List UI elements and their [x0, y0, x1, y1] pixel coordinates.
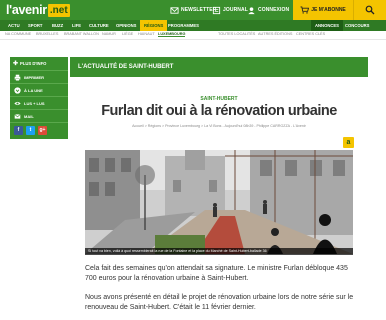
subnav-item[interactable]: BRABANT WALLON — [64, 32, 99, 36]
subnav-item[interactable]: HAINAUT — [138, 32, 155, 36]
nav-item-regions[interactable]: RÉGIONS — [140, 20, 168, 31]
nav-item-actu[interactable]: ACTU — [8, 20, 20, 31]
printer-icon — [14, 74, 21, 81]
journal-link[interactable]: JOURNAL — [212, 0, 248, 20]
section-title: L'ACTUALITÉ DE SAINT-HUBERT — [78, 64, 174, 70]
subnav-item-luxembourg[interactable]: LUXEMBOURG — [158, 32, 186, 37]
nav-item-life[interactable]: LIFE — [72, 20, 81, 31]
journal-label: JOURNAL — [223, 7, 248, 13]
print-label: IMPRIMER — [24, 74, 44, 80]
article-kicker[interactable]: SAINT-HUBERT — [70, 96, 368, 102]
front-page-button[interactable]: À LA UNE — [10, 84, 68, 97]
section-title-bar: L'ACTUALITÉ DE SAINT-HUBERT — [70, 57, 368, 77]
plus-icon: ✚ — [13, 61, 19, 67]
mail-button[interactable]: MAIL — [10, 110, 68, 123]
subnav-item[interactable]: NAMUR — [102, 32, 116, 36]
article-paragraph: Cela fait des semaines qu'on attendait s… — [85, 265, 348, 282]
connexion-link[interactable]: CONNEXION — [247, 0, 289, 20]
most-read-label: LUS + LUS — [24, 100, 45, 106]
nav-item-annonces[interactable]: ANNONCES — [311, 20, 343, 31]
subnav-item[interactable]: TOUTES LOCALITÉS — [218, 32, 255, 36]
newsletter-link[interactable]: NEWSLETTER — [170, 0, 216, 20]
subnav-item[interactable]: NA COMMUNE — [5, 32, 31, 36]
avenir-badge: a — [343, 137, 354, 148]
front-page-label: À LA UNE — [24, 87, 43, 93]
street-rendering — [85, 150, 353, 254]
breadcrumb: Accueil > Régions > Province Luxembourg … — [132, 124, 306, 128]
photo-caption: Si tout va bien, voilà à quoi ressembler… — [85, 248, 353, 255]
sub-nav: NA COMMUNE BRUXELLES BRABANT WALLON NAMU… — [0, 31, 386, 40]
nav-item-opinions[interactable]: OPINIONS — [116, 20, 136, 31]
print-button[interactable]: IMPRIMER — [10, 71, 68, 84]
sidebar-head-label: PLUS D'INFO — [20, 61, 47, 66]
social-share: f t g+ — [10, 123, 68, 137]
logo-suffix: .net — [47, 3, 70, 17]
facebook-icon[interactable]: f — [14, 125, 23, 135]
article-paragraph: Nous avons présenté en détail le projet … — [85, 294, 354, 311]
nav-item-buzz[interactable]: BUZZ — [52, 20, 63, 31]
nav-item-culture[interactable]: CULTURE — [89, 20, 109, 31]
search-button[interactable] — [353, 0, 386, 20]
search-icon — [365, 5, 375, 15]
cart-icon — [300, 6, 310, 14]
share-sidebar: ✚ PLUS D'INFO IMPRIMER À LA UNE LUS + LU… — [10, 57, 68, 139]
subscribe-label: JE M'ABONNE — [311, 7, 346, 13]
subscribe-button[interactable]: JE M'ABONNE — [293, 0, 353, 20]
subnav-item[interactable]: LIÈGE — [122, 32, 133, 36]
connexion-label: CONNEXION — [258, 7, 290, 13]
most-read-button[interactable]: LUS + LUS — [10, 97, 68, 110]
nav-item-sport[interactable]: SPORT — [28, 20, 42, 31]
top-bar: l'avenir .net NEWSLETTER JOURNAL CONNEXI… — [0, 0, 386, 20]
main-nav: ACTU SPORT BUZZ LIFE CULTURE OPINIONS RÉ… — [0, 20, 386, 31]
sidebar-head: ✚ PLUS D'INFO — [10, 57, 68, 71]
mail-icon — [14, 113, 21, 119]
twitter-icon[interactable]: t — [26, 125, 35, 135]
article-photo[interactable] — [85, 150, 353, 254]
nav-item-programmes[interactable]: PROGRAMMES — [168, 20, 199, 31]
site-logo[interactable]: l'avenir .net — [6, 2, 70, 18]
logo-text: l'avenir — [6, 3, 47, 17]
article-title: Furlan dit oui à la rénovation urbaine — [101, 103, 337, 119]
google-plus-icon[interactable]: g+ — [38, 125, 47, 135]
mail-label: MAIL — [24, 113, 34, 119]
subnav-item[interactable]: CENTRES CLÉS — [296, 32, 325, 36]
envelope-icon — [170, 6, 179, 14]
user-icon — [248, 6, 255, 14]
nav-item-concours[interactable]: CONCOURS — [341, 20, 373, 31]
arrow-down-icon — [14, 86, 21, 94]
newspaper-icon — [212, 6, 221, 14]
eye-icon — [14, 101, 21, 105]
subnav-item[interactable]: BRUXELLES — [36, 32, 58, 36]
subnav-item[interactable]: AUTRES ÉDITIONS — [258, 32, 292, 36]
